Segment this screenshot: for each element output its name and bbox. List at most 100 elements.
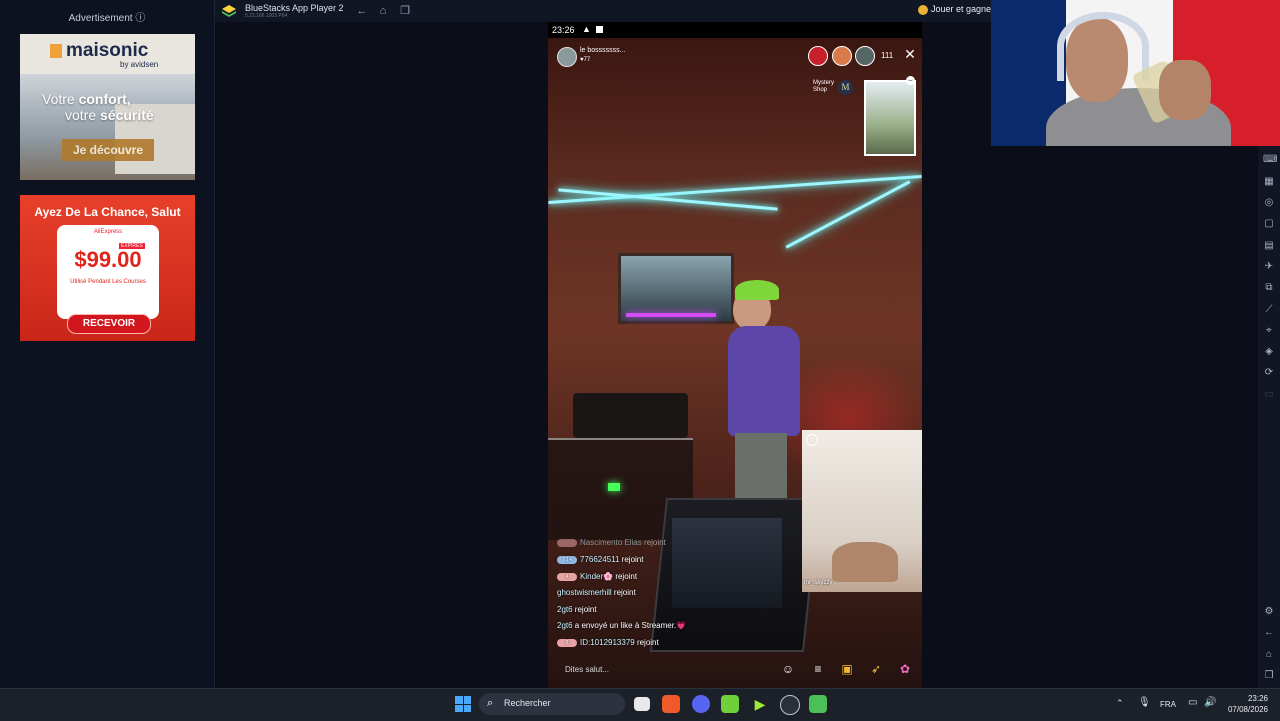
host-name[interactable]: le bosssssss... bbox=[580, 47, 626, 54]
window-title: BlueStacks App Player 2 bbox=[245, 3, 344, 13]
bluestacks-taskbar-icon[interactable] bbox=[809, 695, 827, 713]
phone-screen: 23:26 ▲ le bosssssss... ♥77 111 ✕ Myster… bbox=[548, 22, 922, 688]
viewer-count[interactable]: 111 bbox=[881, 51, 893, 60]
volume-icon[interactable]: 🔊 bbox=[1204, 697, 1216, 708]
clock-date: 07/08/2026 bbox=[1227, 705, 1268, 714]
host-likes: ♥77 bbox=[580, 57, 591, 63]
treasure-box-icon[interactable]: ▣ bbox=[838, 660, 856, 678]
ad-line1-pre: Votre bbox=[42, 91, 79, 107]
mystery-shop-icon[interactable]: M bbox=[838, 80, 853, 95]
comment-input[interactable]: Dites salut... bbox=[557, 662, 785, 678]
advertisement-label: Advertisement ⓘ bbox=[68, 13, 146, 24]
multi-instance-icon[interactable]: ⧉ bbox=[1263, 282, 1275, 294]
ad-brand: maisonic bbox=[66, 40, 149, 61]
mystery-shop-label[interactable]: Mystery Shop bbox=[813, 80, 841, 94]
rocket-icon[interactable]: ➶ bbox=[867, 660, 885, 678]
screenshot-icon[interactable]: ◎ bbox=[1263, 197, 1275, 209]
close-icon[interactable]: ✕ bbox=[903, 47, 917, 61]
bluestacks-logo-icon bbox=[222, 5, 236, 17]
taskbar-clock[interactable]: 23:26 07/08/2026 bbox=[1226, 693, 1268, 715]
streamer bbox=[723, 280, 803, 528]
windows-start-icon[interactable] bbox=[455, 696, 471, 712]
clock-time: 23:26 bbox=[1247, 694, 1268, 703]
led-strip bbox=[785, 180, 911, 249]
discord-icon[interactable] bbox=[692, 695, 710, 713]
coupon-card: AliExpress EXPIRES $99.00 Utilisé Pendan… bbox=[57, 225, 159, 319]
viewer-avatar[interactable] bbox=[832, 46, 852, 66]
keyboard-icon[interactable]: ⌨ bbox=[1263, 154, 1277, 166]
search-icon: ⌕ bbox=[487, 697, 494, 709]
home-icon[interactable]: ⌂ bbox=[1263, 649, 1275, 661]
scene-laptop-screen bbox=[672, 518, 782, 608]
dj-decks bbox=[573, 393, 688, 438]
ad-brand-sub: by avidsen bbox=[120, 60, 159, 69]
chat-message: 2gt6 rejoint bbox=[557, 605, 597, 614]
scene-light bbox=[608, 483, 620, 491]
host-avatar[interactable] bbox=[557, 47, 577, 67]
ad-banner-maisonic[interactable]: maisonic by avidsen Votre confort, votre… bbox=[20, 34, 195, 180]
headset bbox=[1057, 12, 1149, 81]
record-icon[interactable]: ▢ bbox=[1263, 218, 1275, 230]
scene-light bbox=[626, 313, 716, 317]
ad-banner-aliexpress[interactable]: Ayez De La Chance, Salut AliExpress EXPI… bbox=[20, 195, 195, 341]
location-icon[interactable]: ⌖ bbox=[1263, 325, 1275, 337]
settings-icon[interactable]: ⚙ bbox=[1263, 606, 1275, 618]
chat-message: 7 14 776624511 rejoint bbox=[557, 555, 643, 564]
gamepad-icon[interactable]: ▦ bbox=[1263, 176, 1275, 188]
coupon-sub: Utilisé Pendant Les Courses bbox=[70, 279, 146, 285]
chat-message: 6 ID:1012913379 rejoint bbox=[557, 638, 659, 647]
taskbar-search-box[interactable] bbox=[479, 693, 625, 715]
ad-cta-button[interactable]: Je découvre bbox=[62, 139, 154, 161]
back-arrow-icon[interactable]: ← bbox=[355, 4, 369, 18]
recent-apps-icon[interactable]: ❐ bbox=[398, 4, 412, 18]
webcam-overlay bbox=[991, 0, 1280, 146]
play-app-icon[interactable]: ▶ bbox=[751, 695, 769, 713]
minimize-icon[interactable]: – bbox=[906, 76, 915, 85]
ad-line1-bold: confort, bbox=[78, 91, 131, 107]
green-app-icon[interactable] bbox=[721, 695, 739, 713]
ad-line2-bold: sécurité bbox=[100, 107, 154, 123]
back-icon[interactable]: ← bbox=[1263, 627, 1275, 639]
obs-icon[interactable] bbox=[780, 695, 800, 715]
gift-icon[interactable]: ✿ bbox=[896, 660, 914, 678]
taskbar-search-text[interactable]: Rechercher bbox=[504, 698, 551, 708]
ad-headline: Ayez De La Chance, Salut bbox=[34, 205, 181, 219]
more-icon[interactable]: ▭ bbox=[1263, 389, 1275, 401]
eco-mode-icon[interactable]: ⟋ bbox=[1263, 304, 1275, 316]
chat-message: 2gt6 a envoyé un like à Streamer.💗 bbox=[557, 621, 687, 630]
tray-chevron-icon[interactable]: ⌃ bbox=[1116, 698, 1124, 709]
coupon-price: $99.00 bbox=[74, 247, 142, 272]
warning-icon: ▲ bbox=[582, 24, 591, 34]
emoji-icon[interactable]: ☺ bbox=[779, 660, 797, 678]
network-icon[interactable]: ▭ bbox=[1188, 697, 1197, 708]
led-strip bbox=[548, 174, 922, 205]
home-icon[interactable]: ⌂ bbox=[376, 4, 390, 18]
viewer-avatar[interactable] bbox=[855, 46, 875, 66]
gallery-icon[interactable]: ▤ bbox=[1263, 240, 1275, 252]
promo-play-and-win[interactable]: Jouer et gagner bbox=[918, 4, 994, 14]
menu-icon[interactable]: ≡ bbox=[809, 660, 827, 678]
chat-message: Nascimento Elias rejoint bbox=[557, 538, 666, 547]
ad-receive-button[interactable]: RECEVOIR bbox=[67, 314, 151, 334]
layers-icon[interactable]: ◈ bbox=[1263, 346, 1275, 358]
status-time: 23:26 bbox=[552, 25, 575, 35]
guest-mic-icon[interactable]: ◌ bbox=[806, 434, 818, 446]
viewer-avatar[interactable] bbox=[808, 46, 828, 66]
recent-apps-icon[interactable]: ❐ bbox=[1263, 670, 1275, 682]
notification-icon bbox=[596, 26, 603, 33]
sync-icon[interactable]: ⟳ bbox=[1263, 367, 1275, 379]
chat-message: ghostwismerhill rejoint bbox=[557, 588, 636, 597]
coupon-brand: AliExpress bbox=[93, 229, 123, 235]
window-version: 5.22.166.1003 P64 bbox=[245, 13, 288, 19]
guest-name: mr_skyzzy bbox=[804, 580, 833, 586]
guest-face bbox=[832, 542, 898, 582]
language-indicator[interactable]: FRA bbox=[1160, 700, 1176, 709]
microphone-icon[interactable]: 🎙 bbox=[1138, 697, 1151, 708]
brave-browser-icon[interactable] bbox=[662, 695, 680, 713]
airplane-icon[interactable]: ✈ bbox=[1263, 261, 1275, 273]
event-poster[interactable] bbox=[864, 80, 916, 156]
chat-message: 4 Kinder🌸 rejoint bbox=[557, 572, 637, 581]
android-status-bar bbox=[548, 22, 922, 38]
file-explorer-icon[interactable] bbox=[634, 697, 650, 711]
ad-line2-pre: votre bbox=[65, 107, 101, 123]
